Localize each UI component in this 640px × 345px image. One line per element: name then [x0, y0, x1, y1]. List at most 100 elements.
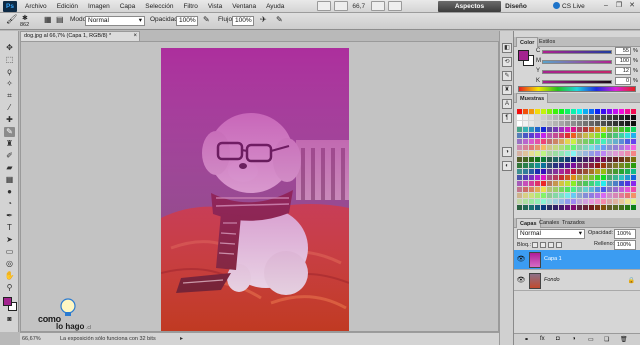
swatch[interactable]	[619, 175, 624, 180]
swatch[interactable]	[517, 175, 522, 180]
link-layers-icon[interactable]: ⚭	[524, 336, 529, 343]
type-tool-icon[interactable]: T	[4, 223, 15, 233]
swatch[interactable]	[619, 133, 624, 138]
swatch[interactable]	[625, 193, 630, 198]
swatch[interactable]	[565, 199, 570, 204]
swatch[interactable]	[547, 115, 552, 120]
swatch[interactable]	[565, 133, 570, 138]
swatch[interactable]	[577, 157, 582, 162]
swatch[interactable]	[517, 181, 522, 186]
swatch[interactable]	[631, 181, 636, 186]
swatch[interactable]	[535, 205, 540, 210]
swatch[interactable]	[595, 151, 600, 156]
workspace-essentials-button[interactable]: Aspectos esenciales	[438, 1, 501, 21]
swatch[interactable]	[559, 187, 564, 192]
swatch[interactable]	[547, 157, 552, 162]
swatch[interactable]	[577, 127, 582, 132]
history-brush-tool-icon[interactable]: ✐	[4, 151, 15, 161]
tab-styles[interactable]: Estilos	[536, 37, 558, 47]
swatch[interactable]	[583, 133, 588, 138]
swatch[interactable]	[541, 139, 546, 144]
menu-filtro[interactable]: Filtro	[178, 3, 202, 10]
swatch[interactable]	[571, 127, 576, 132]
swatch[interactable]	[559, 205, 564, 210]
swatch[interactable]	[601, 193, 606, 198]
swatch[interactable]	[535, 139, 540, 144]
swatch[interactable]	[559, 193, 564, 198]
layer-row-fondo[interactable]: 👁 Fondo 🔒	[514, 271, 640, 291]
swatch[interactable]	[625, 139, 630, 144]
swatch[interactable]	[535, 199, 540, 204]
flow-field[interactable]: 100%	[232, 16, 254, 26]
brush-tool-icon[interactable]: ✎	[4, 127, 15, 137]
swatch[interactable]	[535, 133, 540, 138]
status-menu-icon[interactable]: ▸	[180, 335, 183, 342]
swatch[interactable]	[529, 151, 534, 156]
swatch[interactable]	[523, 151, 528, 156]
tab-swatches[interactable]: Muestras	[516, 93, 549, 103]
zoom-level[interactable]: 66,7	[352, 3, 365, 10]
swatch[interactable]	[523, 187, 528, 192]
swatch[interactable]	[601, 181, 606, 186]
pressure-size-icon[interactable]: ✎	[276, 15, 283, 24]
swatch[interactable]	[619, 127, 624, 132]
menu-ayuda[interactable]: Ayuda	[261, 3, 289, 10]
swatch[interactable]	[601, 175, 606, 180]
swatch[interactable]	[523, 109, 528, 114]
swatch[interactable]	[613, 157, 618, 162]
swatch[interactable]	[607, 169, 612, 174]
swatch[interactable]	[571, 109, 576, 114]
dodge-tool-icon[interactable]: ◔	[4, 199, 15, 209]
swatch[interactable]	[535, 175, 540, 180]
new-layer-icon[interactable]: ❏	[604, 336, 609, 343]
swatch[interactable]	[619, 193, 624, 198]
swatch[interactable]	[523, 115, 528, 120]
swatch[interactable]	[577, 115, 582, 120]
swatch[interactable]	[553, 139, 558, 144]
channel-c-value[interactable]: 55	[615, 47, 631, 55]
minimize-button[interactable]: –	[601, 1, 611, 11]
clone-source-icon[interactable]: ♜	[502, 85, 512, 95]
document-close-button[interactable]: ×	[133, 32, 137, 41]
add-mask-icon[interactable]: ◘	[556, 336, 560, 342]
swatch[interactable]	[607, 205, 612, 210]
swatch[interactable]	[553, 157, 558, 162]
document-tab[interactable]: dog.jpg al 66,7% (Capa 1, RGB/8) * ×	[20, 31, 140, 41]
lock-pixels-icon[interactable]	[540, 242, 546, 248]
pressure-opacity-icon[interactable]: ✎	[203, 15, 210, 24]
swatch[interactable]	[583, 187, 588, 192]
eye-icon[interactable]: 👁	[516, 276, 526, 286]
swatch[interactable]	[601, 157, 606, 162]
swatch[interactable]	[547, 169, 552, 174]
brush-preset-icon[interactable]: ✱	[22, 14, 28, 22]
swatch[interactable]	[529, 145, 534, 150]
swatch[interactable]	[589, 157, 594, 162]
swatch[interactable]	[559, 133, 564, 138]
swatch[interactable]	[517, 187, 522, 192]
swatch[interactable]	[613, 151, 618, 156]
cs-live-button[interactable]: CS Live	[553, 2, 585, 10]
swatch[interactable]	[613, 145, 618, 150]
swatch[interactable]	[577, 205, 582, 210]
swatch[interactable]	[535, 145, 540, 150]
swatch[interactable]	[535, 151, 540, 156]
swatch[interactable]	[547, 163, 552, 168]
swatch[interactable]	[529, 169, 534, 174]
crop-tool-icon[interactable]: ⌗	[4, 91, 15, 101]
swatch[interactable]	[523, 181, 528, 186]
swatch[interactable]	[559, 169, 564, 174]
swatch[interactable]	[583, 139, 588, 144]
swatch[interactable]	[535, 157, 540, 162]
delete-layer-icon[interactable]: 🗑	[620, 336, 628, 343]
swatch[interactable]	[577, 199, 582, 204]
swatch[interactable]	[547, 151, 552, 156]
swatch[interactable]	[523, 139, 528, 144]
swatch[interactable]	[589, 139, 594, 144]
swatch[interactable]	[601, 199, 606, 204]
minibridge-button[interactable]	[334, 1, 349, 11]
swatch[interactable]	[517, 163, 522, 168]
swatch[interactable]	[517, 139, 522, 144]
swatch[interactable]	[535, 127, 540, 132]
swatch[interactable]	[547, 187, 552, 192]
swatch[interactable]	[631, 163, 636, 168]
